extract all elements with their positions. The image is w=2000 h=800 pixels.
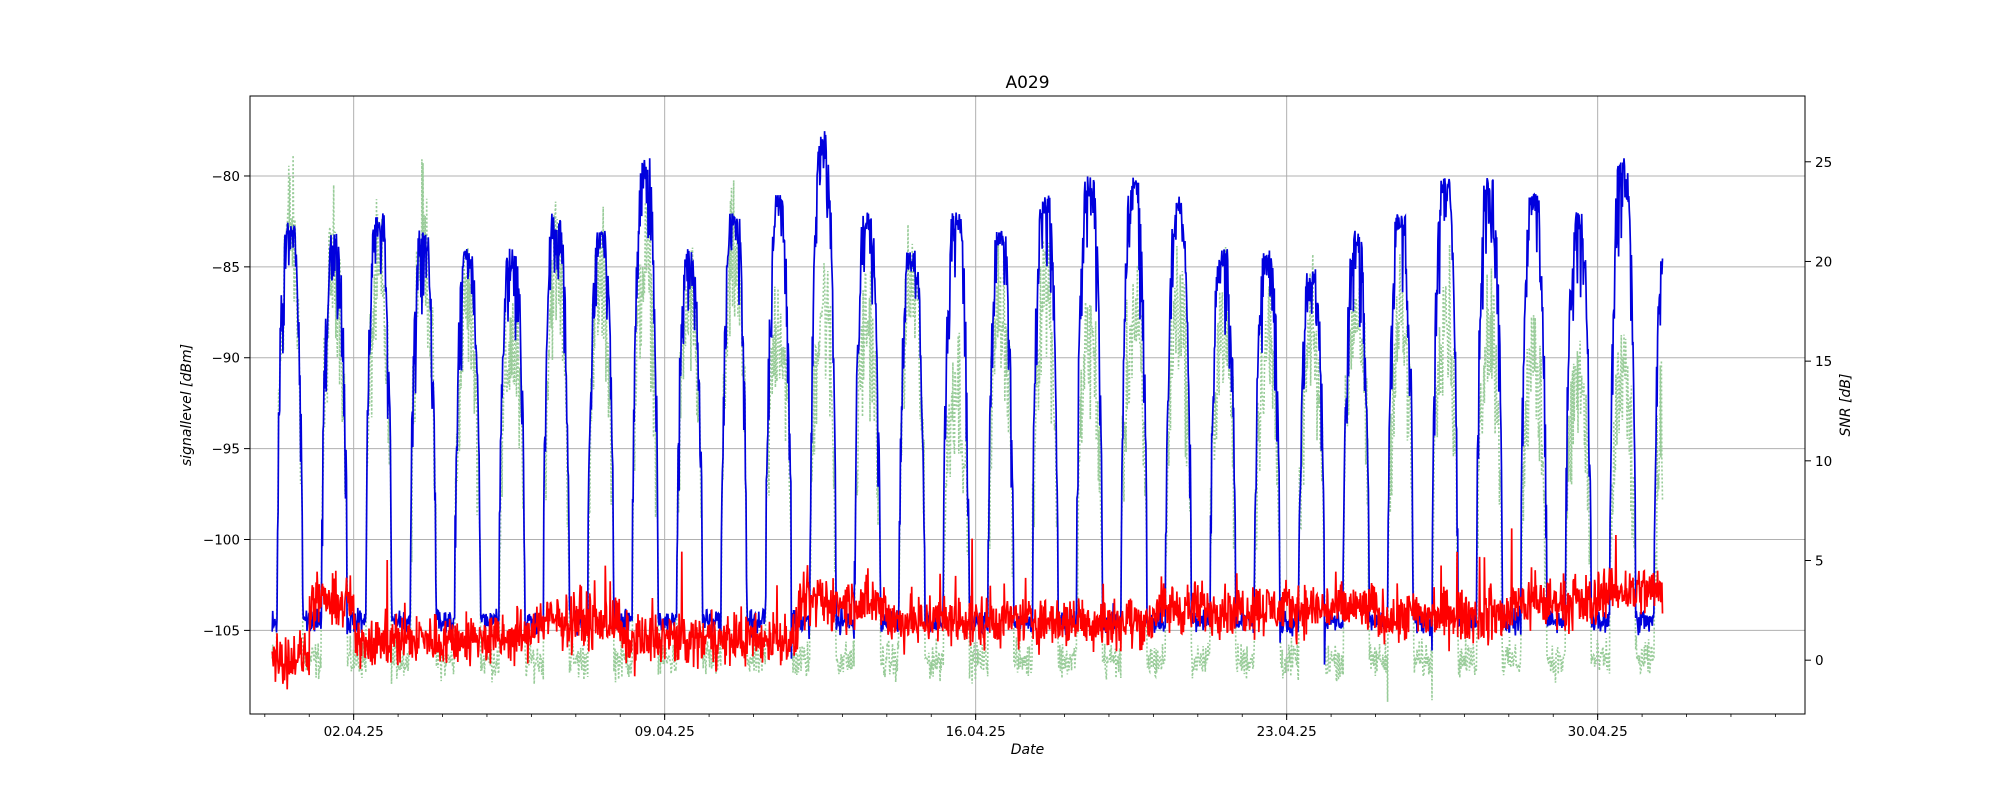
y-axis-right-label: SNR [dB] — [1838, 374, 1854, 437]
y-axis-right: 25 20 15 10 5 0 — [1805, 155, 1832, 669]
y-right-tick-label: 5 — [1815, 553, 1824, 569]
y-right-tick-label: 25 — [1815, 155, 1832, 171]
y-right-tick-label: 20 — [1815, 254, 1832, 270]
x-tick-label: 16.04.25 — [946, 724, 1006, 740]
y-left-tick-label: −105 — [203, 623, 240, 639]
y-axis-left: −80 −85 −90 −95 −100 −105 — [203, 169, 250, 639]
x-tick-label: 02.04.25 — [324, 724, 384, 740]
x-tick-label: 09.04.25 — [635, 724, 695, 740]
y-left-tick-label: −80 — [212, 169, 241, 185]
y-right-tick-label: 15 — [1815, 354, 1832, 370]
x-tick-label: 23.04.25 — [1257, 724, 1317, 740]
chart: 02.04.25 09.04.25 16.04.25 23.04.25 30.04.25… — [179, 73, 1854, 758]
x-axis: 02.04.25 09.04.25 16.04.25 23.04.25 30.04.25 — [264, 714, 1776, 740]
chart-title: A029 — [1005, 73, 1049, 93]
y-right-tick-label: 10 — [1815, 454, 1832, 470]
x-tick-label: 30.04.25 — [1568, 724, 1628, 740]
y-left-tick-label: −100 — [203, 533, 240, 549]
y-left-tick-label: −90 — [212, 351, 241, 367]
y-left-tick-label: −95 — [212, 442, 241, 458]
y-axis-left-label: signallevel [dBm] — [179, 344, 195, 466]
y-right-tick-label: 0 — [1815, 653, 1824, 669]
y-left-tick-label: −85 — [212, 260, 241, 276]
x-axis-label: Date — [1011, 742, 1044, 758]
